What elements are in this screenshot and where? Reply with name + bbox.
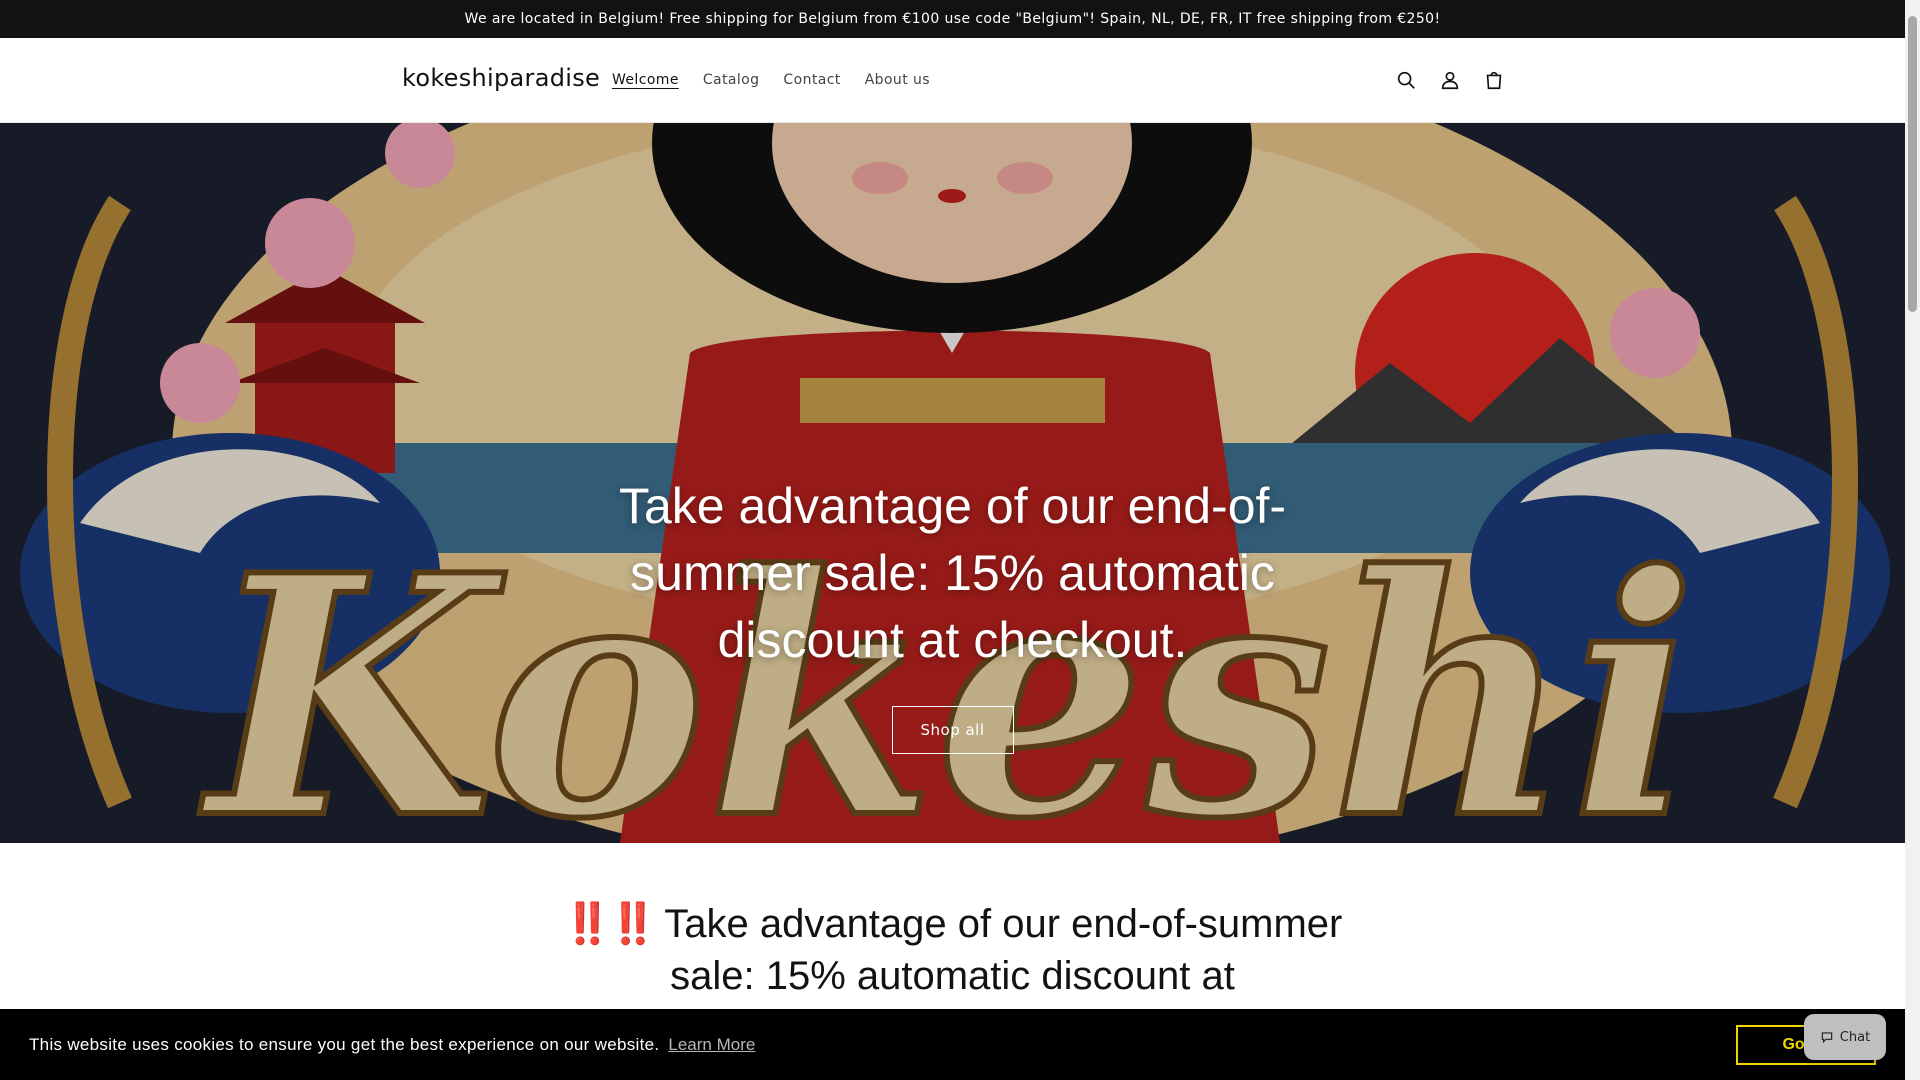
announcement-bar: We are located in Belgium! Free shipping… — [0, 0, 1905, 38]
page-scrollbar[interactable] — [1905, 0, 1920, 1080]
hero-heading: Take advantage of our end-of-summer sale… — [618, 478, 1287, 668]
nav-item-about-us[interactable]: About us — [865, 72, 930, 88]
header-icons — [1390, 60, 1510, 100]
promo-heading: Take advantage of our end-of-summer sale… — [664, 902, 1343, 998]
account-icon[interactable] — [1434, 60, 1466, 100]
site-header: kokeshiparadise Welcome Catalog Contact … — [0, 38, 1905, 123]
chat-bubble-icon — [1821, 1032, 1833, 1044]
cookie-message: This website uses cookies to ensure you … — [29, 1034, 660, 1054]
nav-item-welcome[interactable]: Welcome — [612, 72, 679, 88]
cookie-banner: This website uses cookies to ensure you … — [0, 1009, 1905, 1080]
search-icon[interactable] — [1390, 60, 1422, 100]
announcement-text: We are located in Belgium! Free shipping… — [464, 11, 1441, 27]
main-nav: Welcome Catalog Contact About us — [612, 72, 930, 88]
exclamation-icon: ‼️‼️ — [562, 902, 659, 946]
scrollbar-thumb[interactable] — [1908, 16, 1917, 312]
hero-content: Take advantage of our end-of-summer sale… — [560, 473, 1345, 754]
chat-button[interactable]: Chat — [1804, 1014, 1886, 1060]
nav-item-catalog[interactable]: Catalog — [703, 72, 760, 88]
nav-item-contact[interactable]: Contact — [783, 72, 840, 88]
cart-icon[interactable] — [1478, 60, 1510, 100]
hero-banner: Kokeshi Take advantage of our end-of-sum… — [0, 123, 1905, 843]
site-logo[interactable]: kokeshiparadise — [402, 64, 600, 92]
promo-section: ‼️‼️ Take advantage of our end-of-summer … — [540, 898, 1365, 1002]
shop-all-button[interactable]: Shop all — [891, 706, 1014, 754]
cookie-learn-more-link[interactable]: Learn More — [668, 1035, 755, 1055]
chat-label: Chat — [1839, 1029, 1871, 1045]
